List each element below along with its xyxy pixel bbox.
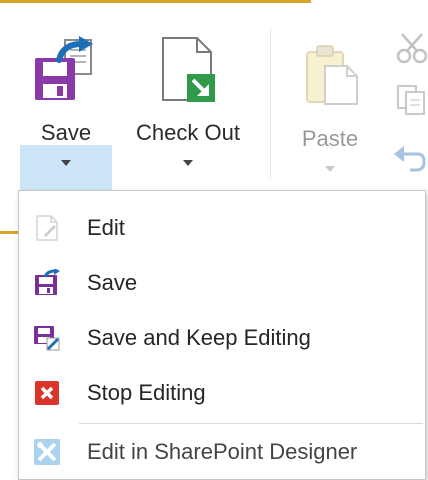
stop-editing-icon [35, 381, 59, 405]
paste-button[interactable]: Paste [285, 30, 375, 180]
paste-chevron-down-icon[interactable] [325, 166, 335, 172]
menu-item-save[interactable]: Save [19, 256, 425, 310]
copy-icon[interactable] [392, 82, 428, 118]
check-out-chevron-down-icon[interactable] [183, 160, 193, 166]
paste-icon [306, 45, 358, 105]
undo-icon[interactable] [392, 140, 428, 176]
edit-page-icon [36, 215, 58, 241]
ribbon-group-divider [270, 28, 271, 178]
sharepoint-designer-icon [34, 439, 60, 465]
paste-button-label: Paste [301, 126, 359, 151]
check-out-button[interactable]: Check Out [120, 26, 256, 176]
save-icon [35, 36, 93, 100]
save-dropdown-menu: Edit Save Save and Keep Editing Stop Edi… [18, 190, 426, 480]
menu-item-edit-in-sharepoint-designer[interactable]: Edit in SharePoint Designer [19, 425, 425, 479]
save-icon [35, 269, 60, 295]
save-keep-editing-icon [34, 326, 60, 351]
save-ribbon-button[interactable]: Save [20, 26, 112, 190]
ribbon-accent-line [0, 0, 311, 3]
menu-item-stop-editing[interactable]: Stop Editing [19, 366, 425, 420]
check-out-button-label: Check Out [136, 120, 240, 145]
check-out-icon [162, 37, 215, 102]
save-button-label: Save [40, 120, 92, 145]
menu-item-label: Save [87, 270, 138, 295]
ribbon-accent-line-left [0, 231, 20, 234]
menu-item-label: Stop Editing [87, 380, 206, 405]
menu-item-edit[interactable]: Edit [19, 201, 425, 255]
menu-item-save-and-keep-editing[interactable]: Save and Keep Editing [19, 311, 425, 365]
cut-icon[interactable] [392, 30, 428, 66]
menu-item-label: Edit in SharePoint Designer [87, 439, 358, 464]
menu-divider [79, 423, 423, 424]
save-chevron-down-icon[interactable] [61, 160, 71, 166]
menu-item-label: Save and Keep Editing [87, 325, 311, 350]
menu-item-label: Edit [87, 215, 125, 240]
